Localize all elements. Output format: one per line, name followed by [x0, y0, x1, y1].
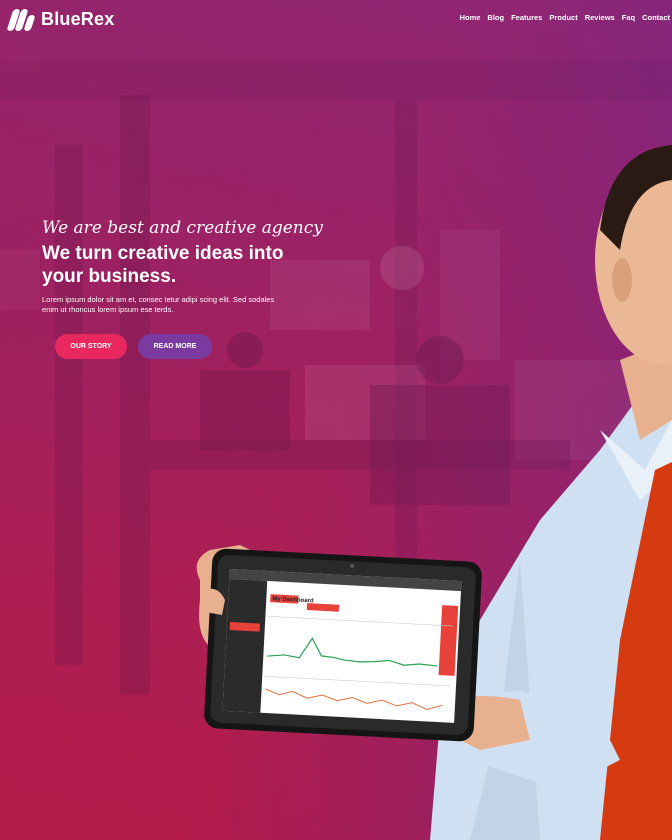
man-holding-tablet-image: My Dashboard: [196, 145, 672, 840]
hero-section: BlueRex Home Blog Features Product Revie…: [0, 0, 672, 840]
